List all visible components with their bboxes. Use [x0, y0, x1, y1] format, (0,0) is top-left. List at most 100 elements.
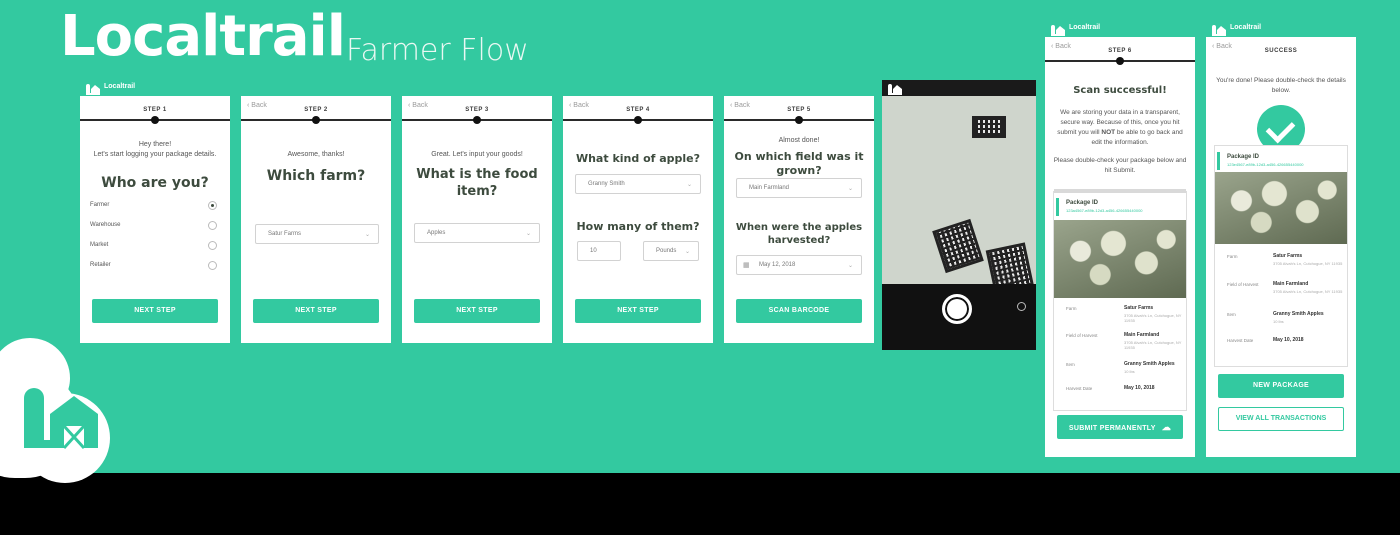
screen-success: Localtrail ‹ Back SUCCESS You're done! P…	[1206, 21, 1356, 457]
radio-retailer[interactable]	[208, 261, 217, 270]
submit-permanently-button[interactable]: SUBMIT PERMANENTLY ☁	[1057, 415, 1183, 439]
role-label: Warehouse	[90, 222, 121, 228]
next-step-button[interactable]: NEXT STEP	[253, 299, 379, 323]
app-bar: Localtrail	[1206, 21, 1356, 37]
food-item-select[interactable]: Apples ⌄	[414, 223, 540, 243]
view-all-transactions-button[interactable]: VIEW ALL TRANSACTIONS	[1218, 407, 1344, 431]
step-label: STEP 4	[626, 107, 650, 113]
quantity-input[interactable]: 10	[577, 241, 621, 261]
row-value: May 10, 2018	[1273, 337, 1304, 343]
screen-step-2: ‹ Back STEP 2 Awesome, thanks! Which far…	[241, 80, 391, 343]
package-id-value: 123a4567-e89b-12d3-a456-426655440000	[1066, 208, 1143, 213]
progress-bar	[1045, 57, 1195, 65]
step-label: STEP 2	[304, 107, 328, 113]
cloud-logo-badge	[0, 338, 140, 483]
row-sub: 3705 Alvah's Ln, Cutchogue, NY 11935	[1124, 340, 1182, 350]
screen-step-4: ‹ Back STEP 4 What kind of apple? Granny…	[563, 80, 713, 343]
row-key: Item	[1227, 312, 1236, 317]
chevron-down-icon: ⌄	[847, 263, 853, 269]
subtext: Awesome, thanks!	[287, 151, 345, 158]
row-sub: 10 lbs	[1124, 369, 1135, 374]
next-step-button[interactable]: NEXT STEP	[414, 299, 540, 323]
app-logo-icon	[1212, 23, 1226, 36]
screen-camera-scan	[882, 80, 1036, 350]
row-key: Item	[1066, 362, 1075, 367]
progress-bar	[402, 116, 552, 124]
radio-farmer[interactable]	[208, 201, 217, 210]
row-key: Harvest Date	[1227, 338, 1254, 343]
farm-select[interactable]: Satur Farms ⌄	[255, 224, 379, 244]
next-step-button[interactable]: NEXT STEP	[92, 299, 218, 323]
app-bar	[882, 80, 1036, 96]
field-value: Main Farmland	[749, 185, 790, 191]
field-select[interactable]: Main Farmland ⌄	[736, 178, 862, 198]
new-package-button[interactable]: NEW PACKAGE	[1218, 374, 1344, 398]
chevron-down-icon: ⌄	[686, 182, 692, 188]
next-step-button[interactable]: NEXT STEP	[575, 299, 701, 323]
info-text: We are storing your data in a transparen…	[1053, 108, 1187, 148]
flip-camera-icon[interactable]	[1017, 302, 1026, 311]
page-title: What is the food item?	[416, 167, 538, 199]
progress-marker	[1116, 57, 1124, 65]
harvest-date-input[interactable]: ▦ May 12, 2018 ⌄	[736, 255, 862, 275]
unit-value: Pounds	[656, 248, 677, 254]
scan-barcode-button[interactable]: SCAN BARCODE	[736, 299, 862, 323]
kind-value: Granny Smith	[588, 181, 625, 187]
app-name: Localtrail	[104, 83, 136, 90]
app-name: Localtrail	[1230, 24, 1262, 31]
camera-controls	[882, 284, 1036, 350]
calendar-icon: ▦	[743, 262, 750, 269]
app-logo-icon	[1051, 23, 1065, 36]
package-id-marker	[1056, 198, 1059, 216]
app-bar	[241, 80, 391, 96]
row-value: Granny Smith Apples	[1124, 361, 1175, 367]
info-text-emphasis: NOT	[1101, 129, 1116, 136]
chevron-down-icon: ⌄	[364, 232, 370, 238]
progress-marker	[795, 116, 803, 124]
row-value: Granny Smith Apples	[1273, 311, 1324, 317]
row-value: Satur Farms	[1273, 253, 1303, 259]
quantity-heading: How many of them?	[576, 220, 700, 233]
item-value: Apples	[427, 230, 446, 236]
chevron-down-icon: ⌄	[847, 186, 853, 192]
row-value: Satur Farms	[1124, 305, 1154, 311]
shutter-button[interactable]	[942, 294, 972, 324]
package-card: Package ID 123a4567-e89b-12d3-a456-42665…	[1053, 189, 1187, 411]
flow-title: Farmer Flow	[346, 33, 529, 68]
card-accent	[1054, 189, 1186, 193]
subtext: Great. Let's input your goods!	[431, 151, 523, 158]
app-bar	[563, 80, 713, 96]
step-label: STEP 6	[1108, 48, 1132, 54]
cloud-upload-icon: ☁	[1161, 422, 1172, 432]
app-bar	[724, 80, 874, 96]
row-sub: 3705 Alvah's Ln, Cutchogue, NY 11935	[1273, 261, 1343, 266]
quantity-value: 10	[590, 248, 597, 254]
chevron-down-icon: ⌄	[525, 231, 531, 237]
page-title: Which farm?	[266, 168, 366, 184]
row-key: Field of Harvest	[1066, 333, 1098, 338]
page-title: Who are you?	[101, 175, 209, 191]
localtrail-barn-icon	[24, 388, 98, 450]
submit-label: SUBMIT PERMANENTLY	[1068, 425, 1156, 432]
package-id-label: Package ID	[1227, 154, 1260, 160]
apples-photo	[1215, 172, 1347, 244]
package-id-value: 123e4567-e89b-12d3-a456-426655440000	[1227, 162, 1304, 167]
date-value: May 12, 2018	[759, 262, 796, 268]
row-sub: 10 lbs	[1273, 319, 1284, 324]
app-bar: Localtrail	[80, 80, 230, 96]
package-card: Package ID 123e4567-e89b-12d3-a456-42665…	[1214, 145, 1348, 367]
screen-review: Localtrail ‹ Back STEP 6 Scan successful…	[1045, 21, 1195, 457]
step-label: SUCCESS	[1264, 48, 1298, 54]
unit-select[interactable]: Pounds ⌄	[643, 241, 699, 261]
radio-market[interactable]	[208, 241, 217, 250]
apple-kind-select[interactable]: Granny Smith ⌄	[575, 174, 701, 194]
screen-step-5: ‹ Back STEP 5 Almost done! On which fiel…	[724, 80, 874, 343]
progress-marker	[473, 116, 481, 124]
qr-code	[972, 116, 1006, 138]
step-label: STEP 5	[787, 107, 811, 113]
radio-warehouse[interactable]	[208, 221, 217, 230]
apple-kind-heading: What kind of apple?	[575, 152, 701, 165]
package-id-marker	[1217, 152, 1220, 170]
app-name: Localtrail	[1069, 24, 1101, 31]
row-sub: 3705 Alvah's Ln, Cutchogue, NY 11935	[1124, 313, 1182, 323]
